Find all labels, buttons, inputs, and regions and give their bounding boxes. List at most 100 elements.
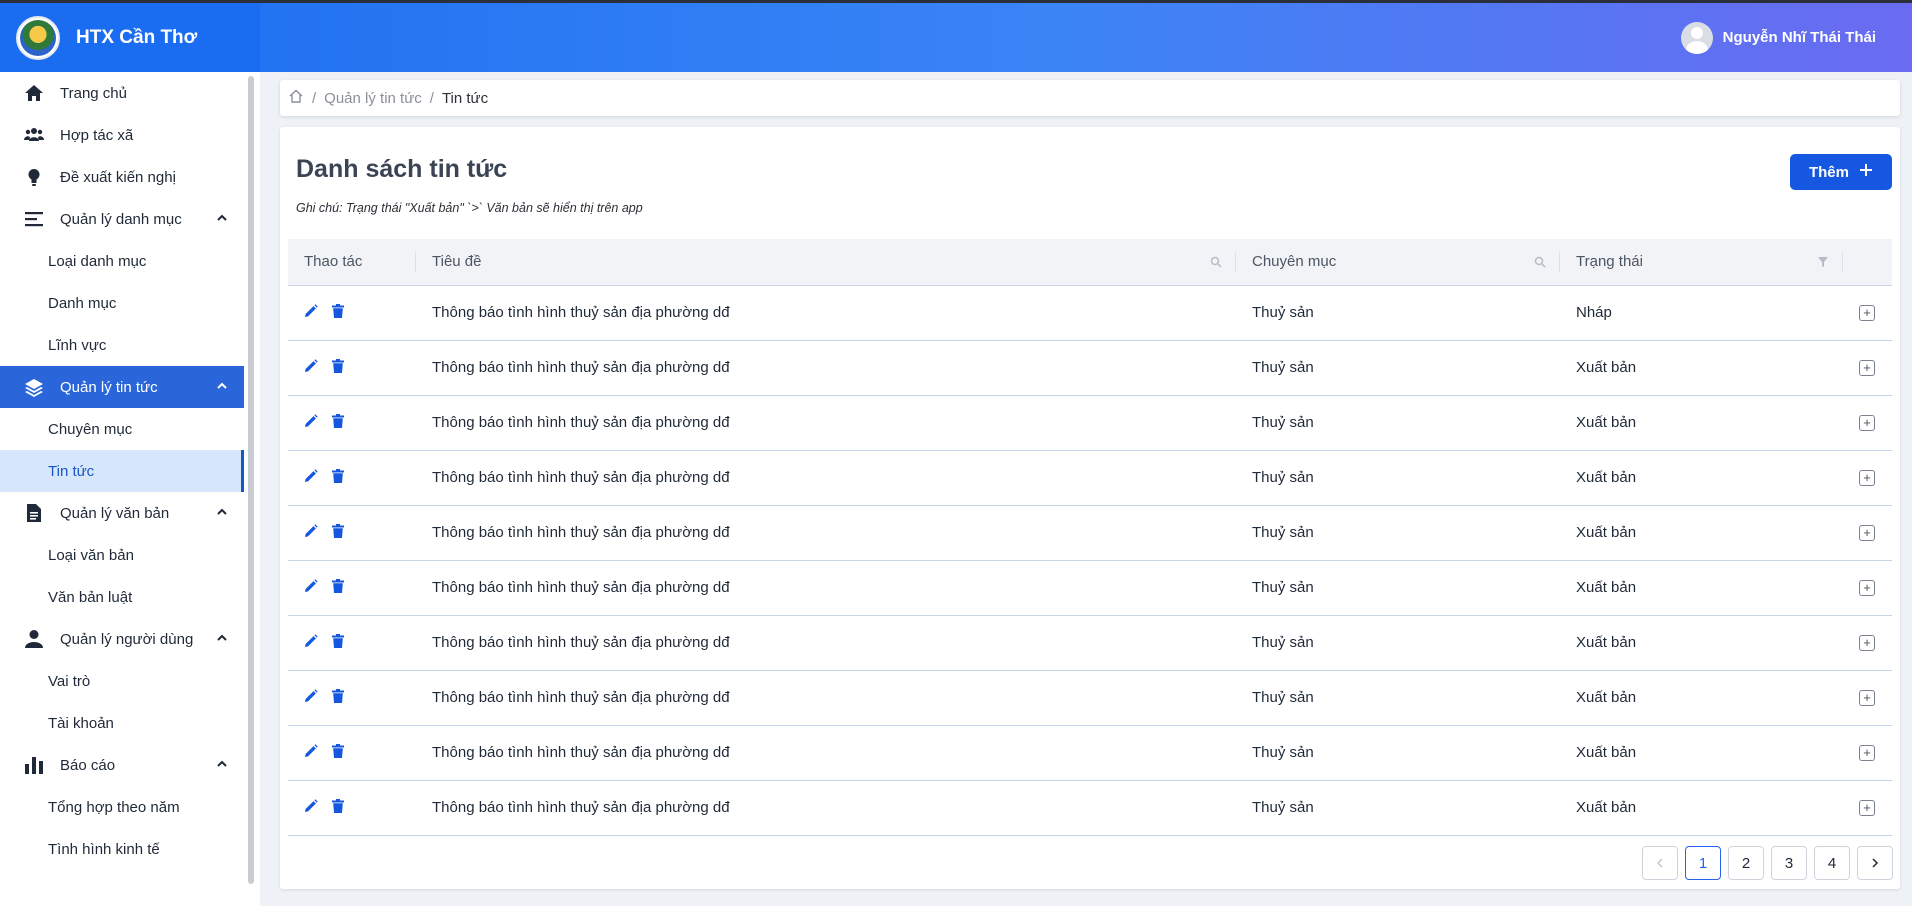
sidebar-item-label: Đề xuất kiến nghị: [60, 168, 176, 186]
edit-icon[interactable]: [304, 303, 318, 322]
column-header-status[interactable]: Trạng thái: [1560, 239, 1843, 286]
sidebar-item-user-management[interactable]: Quản lý người dùng: [0, 618, 244, 660]
expand-icon[interactable]: +: [1859, 634, 1875, 651]
expand-icon[interactable]: +: [1859, 414, 1875, 431]
search-icon[interactable]: [1210, 255, 1222, 272]
expand-icon[interactable]: +: [1859, 359, 1875, 376]
row-title: Thông báo tình hình thuỷ sản địa phường …: [416, 450, 1236, 506]
home-icon[interactable]: [288, 88, 304, 108]
edit-icon[interactable]: [304, 578, 318, 597]
row-status: Xuất bản: [1560, 780, 1843, 836]
row-actions: [288, 725, 416, 781]
column-header-category[interactable]: Chuyên mục: [1236, 239, 1560, 286]
bar-chart-icon: [24, 755, 44, 775]
delete-icon[interactable]: [332, 798, 344, 817]
delete-icon[interactable]: [332, 633, 344, 652]
row-category: Thuỷ sản: [1236, 780, 1560, 836]
layers-icon: [24, 377, 44, 397]
edit-icon[interactable]: [304, 468, 318, 487]
table-row: Thông báo tình hình thuỷ sản địa phường …: [288, 450, 1892, 506]
row-expand: +: [1843, 395, 1892, 451]
add-button[interactable]: Thêm: [1790, 154, 1892, 190]
edit-icon[interactable]: [304, 633, 318, 652]
sidebar-item-roles[interactable]: Vai trò: [0, 660, 244, 702]
page-button-4[interactable]: 4: [1814, 846, 1850, 880]
user-menu[interactable]: Nguyễn Nhĩ Thái Thái: [1680, 3, 1876, 72]
expand-icon[interactable]: +: [1859, 689, 1875, 706]
row-category: Thuỷ sản: [1236, 725, 1560, 781]
next-page-button[interactable]: [1857, 846, 1893, 880]
edit-icon[interactable]: [304, 798, 318, 817]
delete-icon[interactable]: [332, 358, 344, 377]
sidebar-item-document-management[interactable]: Quản lý văn bản: [0, 492, 244, 534]
row-category: Thuỷ sản: [1236, 395, 1560, 451]
delete-icon[interactable]: [332, 303, 344, 322]
sidebar-item-category-type[interactable]: Loại danh mục: [0, 240, 244, 282]
sidebar-item-category[interactable]: Danh mục: [0, 282, 244, 324]
row-actions: [288, 505, 416, 561]
breadcrumb-separator: /: [312, 89, 317, 107]
filter-icon[interactable]: [1817, 255, 1829, 272]
plus-icon: [1859, 163, 1873, 181]
sidebar-item-news-management[interactable]: Quản lý tin tức: [0, 366, 244, 408]
row-expand: +: [1843, 780, 1892, 836]
sidebar-item-category-management[interactable]: Quản lý danh mục: [0, 198, 244, 240]
expand-icon[interactable]: +: [1859, 744, 1875, 761]
sidebar-item-field[interactable]: Lĩnh vực: [0, 324, 244, 366]
chevron-right-icon: [1870, 855, 1880, 872]
sidebar-item-accounts[interactable]: Tài khoản: [0, 702, 244, 744]
page-button-1[interactable]: 1: [1685, 846, 1721, 880]
chevron-up-icon: [216, 757, 228, 774]
sidebar-item-proposals[interactable]: Đề xuất kiến nghị: [0, 156, 244, 198]
edit-icon[interactable]: [304, 523, 318, 542]
expand-icon[interactable]: +: [1859, 579, 1875, 596]
row-title: Thông báo tình hình thuỷ sản địa phường …: [416, 780, 1236, 836]
row-title: Thông báo tình hình thuỷ sản địa phường …: [416, 395, 1236, 451]
row-status: Xuất bản: [1560, 450, 1843, 506]
edit-icon[interactable]: [304, 688, 318, 707]
delete-icon[interactable]: [332, 523, 344, 542]
brand[interactable]: HTX Cần Thơ: [0, 3, 260, 72]
delete-icon[interactable]: [332, 743, 344, 762]
edit-icon[interactable]: [304, 413, 318, 432]
sidebar-item-yearly-summary[interactable]: Tổng hợp theo năm: [0, 786, 244, 828]
row-status: Xuất bản: [1560, 670, 1843, 726]
row-status: Xuất bản: [1560, 395, 1843, 451]
delete-icon[interactable]: [332, 688, 344, 707]
page-button-2[interactable]: 2: [1728, 846, 1764, 880]
sidebar-item-home[interactable]: Trang chủ: [0, 72, 244, 114]
delete-icon[interactable]: [332, 413, 344, 432]
table-row: Thông báo tình hình thuỷ sản địa phường …: [288, 505, 1892, 561]
sidebar-scrollbar[interactable]: [248, 76, 254, 884]
row-expand: +: [1843, 615, 1892, 671]
row-category: Thuỷ sản: [1236, 340, 1560, 396]
sidebar-item-news[interactable]: Tin tức: [0, 450, 244, 492]
page-button-3[interactable]: 3: [1771, 846, 1807, 880]
sidebar-item-topics[interactable]: Chuyên mục: [0, 408, 244, 450]
delete-icon[interactable]: [332, 578, 344, 597]
prev-page-button[interactable]: [1642, 846, 1678, 880]
row-actions: [288, 780, 416, 836]
row-status: Xuất bản: [1560, 615, 1843, 671]
column-header-title[interactable]: Tiêu đề: [416, 239, 1236, 286]
sidebar-item-label: Quản lý người dùng: [60, 630, 194, 648]
sidebar-item-document-type[interactable]: Loại văn bản: [0, 534, 244, 576]
lightbulb-icon: [24, 167, 44, 187]
expand-icon[interactable]: +: [1859, 304, 1875, 321]
expand-icon[interactable]: +: [1859, 469, 1875, 486]
menu-icon: [24, 209, 44, 229]
search-icon[interactable]: [1534, 255, 1546, 272]
edit-icon[interactable]: [304, 743, 318, 762]
edit-icon[interactable]: [304, 358, 318, 377]
delete-icon[interactable]: [332, 468, 344, 487]
sidebar-item-cooperatives[interactable]: Hợp tác xã: [0, 114, 244, 156]
expand-icon[interactable]: +: [1859, 524, 1875, 541]
expand-icon[interactable]: +: [1859, 799, 1875, 816]
row-expand: +: [1843, 285, 1892, 341]
sidebar-item-reports[interactable]: Báo cáo: [0, 744, 244, 786]
sidebar-item-economic-status[interactable]: Tình hình kinh tế: [0, 828, 244, 870]
user-name: Nguyễn Nhĩ Thái Thái: [1722, 29, 1876, 46]
sidebar-item-legal-document[interactable]: Văn bản luật: [0, 576, 244, 618]
row-category: Thuỷ sản: [1236, 670, 1560, 726]
breadcrumb-parent[interactable]: Quản lý tin tức: [324, 90, 422, 107]
